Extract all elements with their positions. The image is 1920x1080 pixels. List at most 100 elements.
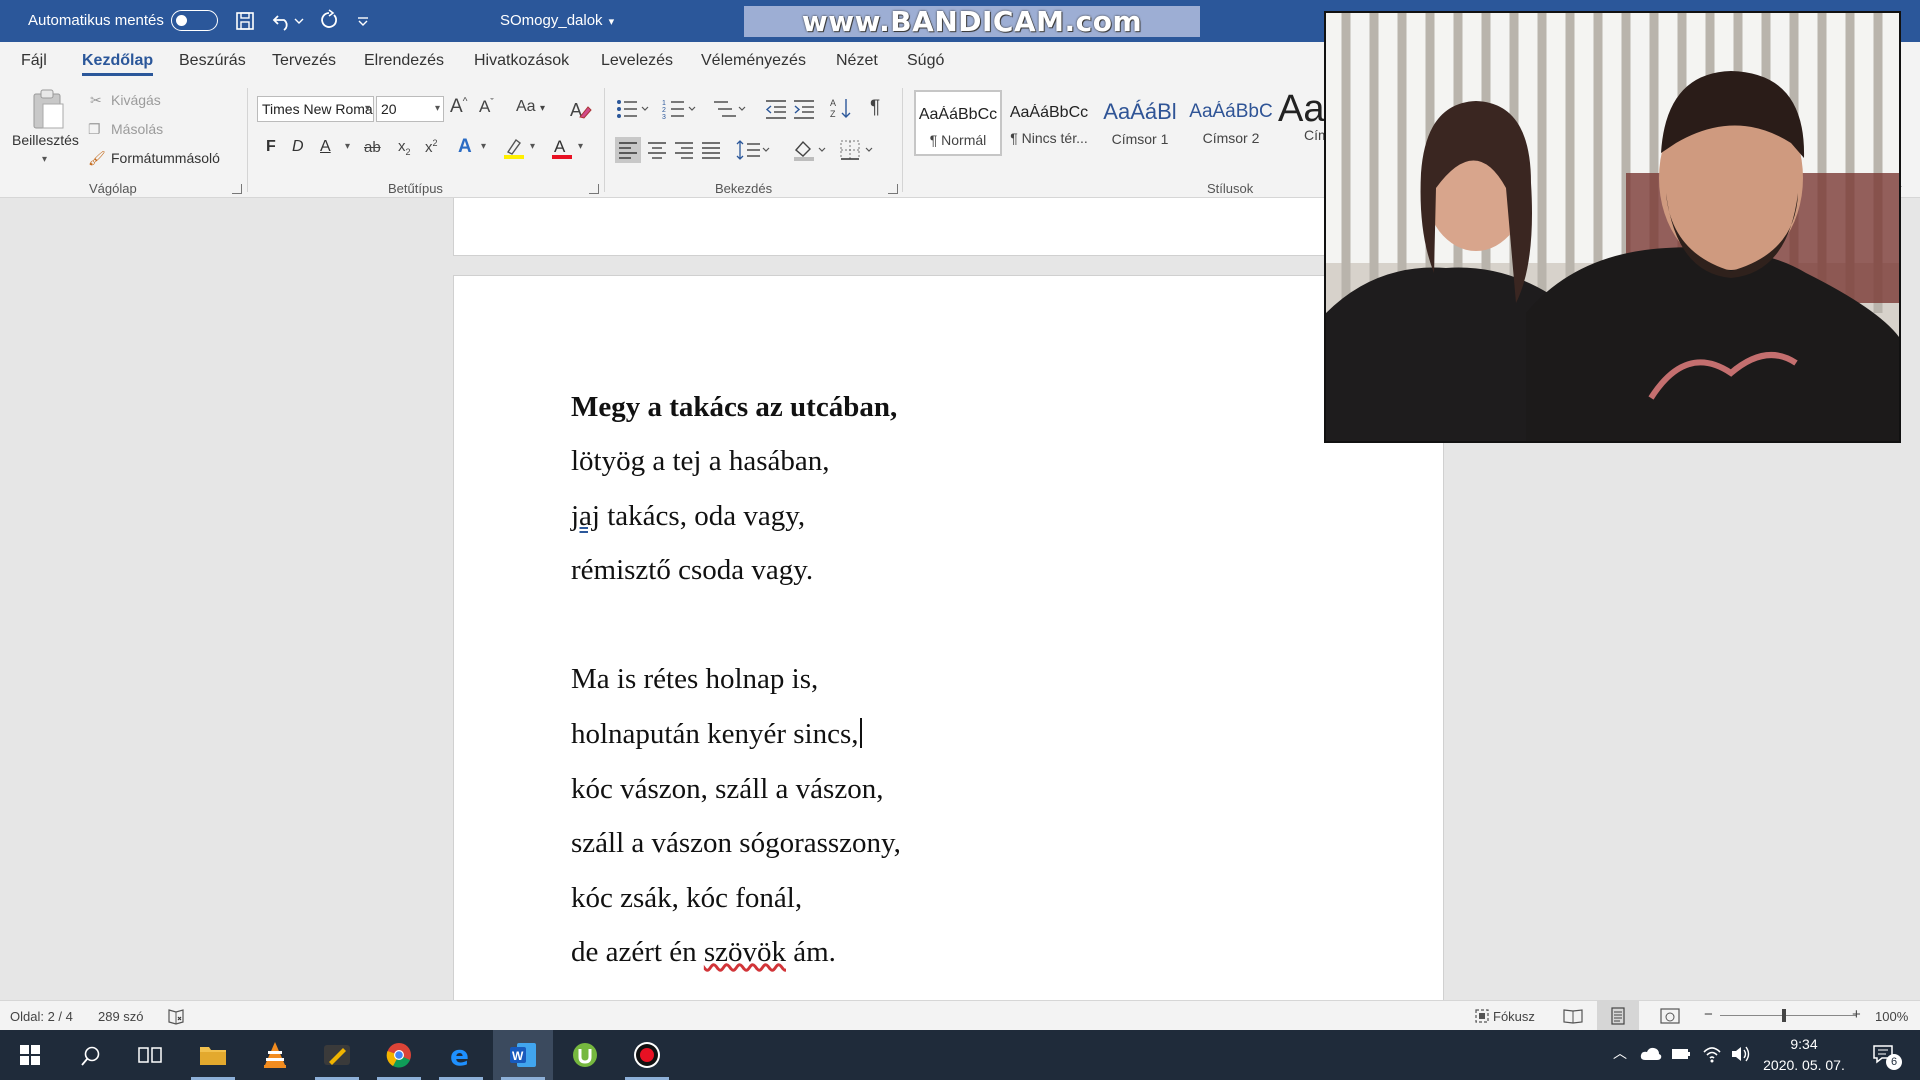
proofing-icon[interactable] [167,1007,185,1025]
undo-icon[interactable] [270,9,294,33]
style-title[interactable]: Aa Cím [1278,90,1324,156]
strikethrough-button[interactable]: ab [364,139,381,156]
zoom-out-button[interactable]: − [1704,1006,1713,1023]
grow-font-icon[interactable]: A^ [450,96,467,118]
taskbar-app-pen[interactable] [307,1030,367,1080]
taskbar-chrome[interactable] [369,1030,429,1080]
chevron-down-icon[interactable]: ▾ [481,141,486,152]
text-effects-button[interactable]: A [458,136,472,158]
shrink-font-icon[interactable]: Aˇ [479,97,494,117]
print-layout-button[interactable] [1597,1001,1639,1030]
zoom-slider-thumb[interactable] [1782,1009,1786,1022]
change-case-button[interactable]: Aa ▾ [516,98,545,116]
bullets-icon[interactable] [615,97,651,121]
document-title[interactable]: SOmogy_dalok ▾ [500,12,614,29]
focus-mode-button[interactable]: Fókusz [1493,1009,1535,1024]
tab-view[interactable]: Nézet [836,52,878,70]
tab-insert[interactable]: Beszúrás [179,52,246,70]
style-heading-2[interactable]: AaÁáBbC Címsor 2 [1187,90,1275,156]
underline-button[interactable]: A [320,138,331,156]
font-name-combo[interactable]: Times New Roman ▾ [257,96,374,122]
copy-button[interactable]: Másolás [111,121,163,137]
search-button[interactable] [60,1030,120,1080]
action-center-button[interactable]: 6 [1866,1040,1906,1072]
font-size-combo[interactable]: 20 ▾ [376,96,444,122]
increase-indent-icon[interactable] [792,97,816,121]
redo-icon[interactable] [317,9,341,33]
start-button[interactable] [0,1030,60,1080]
chevron-down-icon[interactable]: ▾ [42,154,47,165]
tab-references[interactable]: Hivatkozások [474,52,569,70]
taskbar-word[interactable]: W [493,1030,553,1080]
paragraph-launcher-icon[interactable] [888,184,898,194]
style-normal[interactable]: AaÁáBbCc ¶ Normál [914,90,1002,156]
volume-icon[interactable] [1730,1044,1752,1064]
borders-icon[interactable] [839,138,875,162]
chevron-down-icon[interactable]: ▾ [578,141,583,152]
taskbar-file-explorer[interactable] [183,1030,243,1080]
style-heading-1[interactable]: AaÁáBl Címsor 1 [1096,90,1184,156]
clear-formatting-icon[interactable]: A [568,97,592,121]
cut-button[interactable]: Kivágás [111,92,161,108]
show-marks-button[interactable]: ¶ [870,97,880,119]
chevron-down-icon[interactable]: ▾ [530,141,535,152]
customize-toolbar-icon[interactable] [355,9,371,33]
paste-icon[interactable] [28,88,68,132]
undo-dropdown-icon[interactable] [293,9,305,33]
italic-button[interactable]: D [292,138,304,156]
tab-help[interactable]: Súgó [907,52,944,70]
clock[interactable]: 9:34 2020. 05. 07. [1754,1034,1854,1076]
tab-design[interactable]: Tervezés [272,52,336,70]
font-color-icon[interactable]: A [550,136,574,160]
style-no-spacing[interactable]: AaÁáBbCc ¶ Nincs tér... [1005,90,1093,156]
focus-icon[interactable] [1473,1007,1491,1025]
sort-icon[interactable]: A Z [829,96,853,120]
align-left-icon[interactable] [615,137,641,163]
align-right-icon[interactable] [672,138,696,162]
justify-icon[interactable] [699,138,723,162]
taskbar-bandicam[interactable] [617,1030,677,1080]
align-center-icon[interactable] [645,138,669,162]
svg-text:Z: Z [830,109,836,119]
autosave-toggle[interactable] [171,10,218,31]
taskbar-vlc[interactable] [245,1030,305,1080]
underline-dropdown-icon[interactable]: ▾ [345,141,350,152]
zoom-in-button[interactable]: + [1852,1006,1861,1023]
numbering-icon[interactable]: 1 2 3 [662,97,698,121]
tab-review[interactable]: Véleményezés [701,52,806,70]
highlight-icon[interactable] [502,136,526,160]
line-spacing-icon[interactable] [736,138,772,162]
taskbar-utorrent[interactable] [555,1030,615,1080]
multilevel-list-icon[interactable] [712,97,748,121]
onedrive-icon[interactable] [1640,1046,1662,1062]
zoom-level[interactable]: 100% [1875,1009,1908,1024]
wifi-icon[interactable] [1702,1044,1722,1064]
superscript-button[interactable]: x2 [425,138,438,156]
word-count[interactable]: 289 szó [98,1009,144,1024]
tab-mailings[interactable]: Levelezés [601,52,673,70]
tab-layout[interactable]: Elrendezés [364,52,444,70]
clipboard-launcher-icon[interactable] [232,184,242,194]
chevron-up-icon[interactable]: ︿ [1613,1043,1627,1063]
battery-icon[interactable] [1671,1047,1691,1061]
decrease-indent-icon[interactable] [764,97,788,121]
taskbar-edge[interactable]: e [431,1030,491,1080]
tab-file[interactable]: Fájl [21,52,47,70]
subscript-button[interactable]: x2 [398,138,411,157]
read-mode-icon[interactable] [1563,1007,1583,1025]
shading-icon[interactable] [792,138,828,162]
grammar-flagged-word[interactable]: jaj [571,500,600,532]
zoom-slider[interactable] [1720,1015,1856,1016]
tab-home[interactable]: Kezdőlap [82,52,154,76]
bold-button[interactable]: F [266,138,276,156]
web-layout-icon[interactable] [1660,1007,1680,1025]
paste-button[interactable]: Beillesztés [12,132,79,148]
task-view-button[interactable] [120,1030,180,1080]
format-painter-button[interactable]: Formátummásoló [111,150,220,166]
spelling-flagged-word[interactable]: szövök [704,936,786,968]
font-launcher-icon[interactable] [589,184,599,194]
chrome-icon [386,1043,411,1068]
vlc-icon [264,1042,286,1068]
page-counter[interactable]: Oldal: 2 / 4 [10,1009,73,1024]
save-icon[interactable] [233,9,257,33]
